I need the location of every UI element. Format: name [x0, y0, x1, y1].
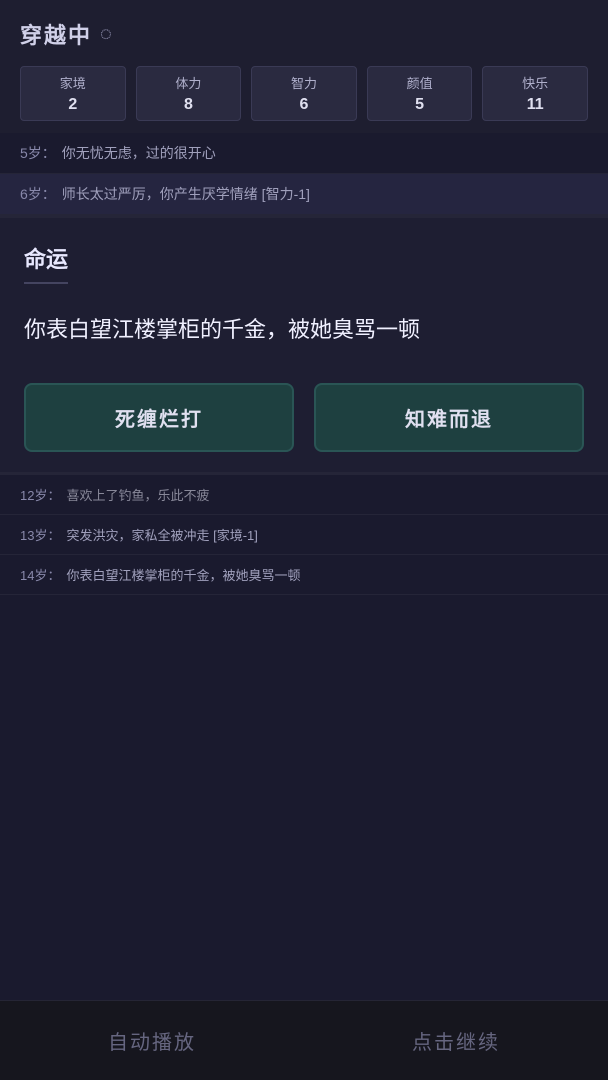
- stat-label-4: 快乐: [522, 73, 548, 92]
- page-title: 穿越中: [20, 18, 92, 50]
- top-event-log: 5岁： 你无忧无虑，过的很开心 6岁： 师长太过严厉，你产生厌学情绪 [智力-1]: [0, 133, 608, 215]
- lower-event-age: 13岁：: [20, 528, 60, 543]
- event-age: 6岁：: [20, 186, 56, 202]
- stat-box-颜值: 颜值 5: [367, 66, 473, 121]
- stat-value-2: 6: [300, 96, 309, 114]
- stat-box-体力: 体力 8: [136, 66, 242, 121]
- stat-label-0: 家境: [60, 73, 86, 92]
- stat-value-0: 2: [68, 96, 77, 114]
- top-event-1: 6岁： 师长太过严厉，你产生厌学情绪 [智力-1]: [0, 174, 608, 215]
- lower-event-2: 14岁： 你表白望江楼掌柜的千金，被她臭骂一顿: [0, 555, 608, 595]
- fate-title: 命运: [24, 242, 68, 284]
- continue-button[interactable]: 点击继续: [412, 1026, 500, 1055]
- stat-box-快乐: 快乐 11: [482, 66, 588, 121]
- choice-buttons: 死缠烂打知难而退: [24, 383, 584, 452]
- fate-section: 命运 你表白望江楼掌柜的千金，被她臭骂一顿 死缠烂打知难而退: [0, 218, 608, 472]
- choice-button-0[interactable]: 死缠烂打: [24, 383, 294, 452]
- lower-event-text: 喜欢上了钓鱼，乐此不疲: [66, 488, 209, 503]
- lower-event-age: 14岁：: [20, 568, 60, 583]
- lower-event-0: 12岁： 喜欢上了钓鱼，乐此不疲: [0, 475, 608, 515]
- stats-row: 家境 2 体力 8 智力 6 颜值 5 快乐 11: [20, 66, 588, 121]
- title-row: 穿越中 ◌: [20, 18, 588, 50]
- top-section: 穿越中 ◌ 家境 2 体力 8 智力 6 颜值 5 快乐 11: [0, 0, 608, 133]
- stat-value-1: 8: [184, 96, 193, 114]
- lower-event-1: 13岁： 突发洪灾，家私全被冲走 [家境-1]: [0, 515, 608, 555]
- top-event-0: 5岁： 你无忧无虑，过的很开心: [0, 133, 608, 174]
- loading-icon: ◌: [100, 23, 112, 46]
- bottom-bar: 自动播放 点击继续: [0, 1000, 608, 1080]
- lower-event-text: 你表白望江楼掌柜的千金，被她臭骂一顿: [66, 568, 300, 583]
- lower-event-log: 12岁： 喜欢上了钓鱼，乐此不疲 13岁： 突发洪灾，家私全被冲走 [家境-1] 14岁…: [0, 475, 608, 595]
- stat-value-3: 5: [415, 96, 424, 114]
- stat-label-2: 智力: [291, 73, 317, 92]
- stat-box-家境: 家境 2: [20, 66, 126, 121]
- auto-play-button[interactable]: 自动播放: [108, 1026, 196, 1055]
- stat-value-4: 11: [527, 96, 544, 114]
- stat-box-智力: 智力 6: [251, 66, 357, 121]
- event-text: 你无忧无虑，过的很开心: [62, 145, 216, 161]
- event-age: 5岁：: [20, 145, 56, 161]
- event-text: 师长太过严厉，你产生厌学情绪 [智力-1]: [62, 186, 310, 202]
- stat-label-1: 体力: [175, 73, 201, 92]
- fate-description: 你表白望江楼掌柜的千金，被她臭骂一顿: [24, 312, 584, 347]
- lower-event-age: 12岁：: [20, 488, 60, 503]
- choice-button-1[interactable]: 知难而退: [314, 383, 584, 452]
- stat-label-3: 颜值: [407, 73, 433, 92]
- lower-event-text: 突发洪灾，家私全被冲走 [家境-1]: [66, 528, 257, 543]
